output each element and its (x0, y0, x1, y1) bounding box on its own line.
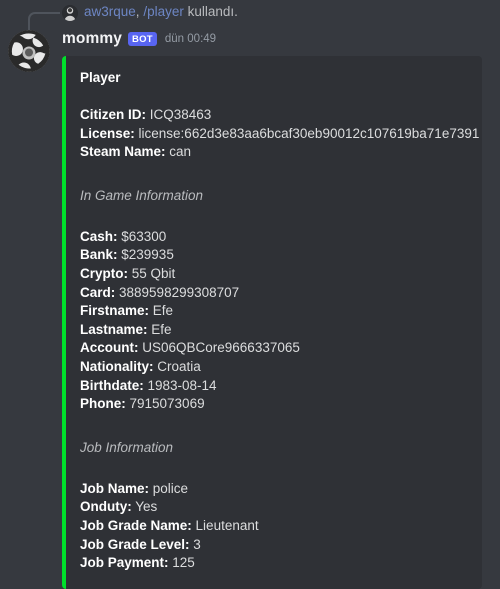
embed-field-value: 55 Qbit (128, 265, 176, 281)
embed-field-label: Onduty: (80, 499, 132, 515)
embed-field: Job Name: police (80, 480, 479, 499)
reply-reference[interactable]: aw3rque, /player kullandı. (0, 0, 500, 34)
embed-field-label: Lastname: (80, 321, 148, 337)
embed-title: Player (80, 70, 121, 85)
embed-field: Citizen ID: ICQ38463 (80, 106, 479, 125)
reply-thread-line-horizontal (42, 12, 60, 14)
embed-field-label: Job Payment: (80, 555, 169, 571)
embed-field-value: Efe (147, 321, 172, 337)
embed-field-value: 7915073069 (125, 396, 205, 412)
embed-field-value: Yes (131, 499, 158, 515)
embed-field-value: Lieutenant (191, 517, 259, 533)
embed-field: Phone: 7915073069 (80, 395, 479, 414)
embed-field: Birthdate: 1983-08-14 (80, 377, 479, 396)
embed-field-label: License: (80, 125, 135, 141)
embed-field: Steam Name: can (80, 143, 479, 162)
embed-field: Job Grade Level: 3 (80, 536, 479, 555)
embed-field-label: Crypto: (80, 265, 128, 281)
embed-field: License: license:662d3e83aa6bcaf30eb9001… (80, 125, 479, 144)
embed-section-heading: Job Information (80, 439, 174, 455)
embed-field: Firstname: Efe (80, 302, 479, 321)
message-embed: Player Citizen ID: ICQ38463 License: lice… (62, 56, 482, 589)
embed-field-label: Steam Name: (80, 144, 166, 160)
message-header: mommy BOT dün 00:49 (62, 28, 216, 50)
embed-field-value: license:662d3e83aa6bcaf30eb90012c107619b… (134, 125, 480, 141)
embed-field-label: Job Grade Level: (80, 536, 190, 552)
embed-field-value: can (165, 144, 192, 160)
embed-field: Account: US06QBCore9666337065 (80, 339, 479, 358)
embed-field-label: Account: (80, 340, 139, 356)
embed-field-label: Card: (80, 284, 116, 300)
message-timestamp: dün 00:49 (164, 33, 217, 45)
embed-field-value: 3 (189, 536, 201, 552)
embed-field-label: Job Name: (80, 480, 150, 496)
embed-field: Job Grade Name: Lieutenant (80, 517, 479, 536)
embed-field-label: Citizen ID: (80, 107, 146, 122)
embed-field-value: 3889598299308707 (115, 284, 240, 300)
reply-text: aw3rque, /player kullandı. (84, 2, 238, 22)
embed-field: Lastname: Efe (80, 321, 479, 340)
embed-field-label: Bank: (80, 247, 118, 263)
embed-field-label: Nationality: (80, 358, 154, 374)
embed-sections: In Game Information Cash: $63300 Bank: $23… (80, 162, 479, 573)
embed-section-heading: In Game Information (80, 187, 204, 203)
embed-field-value: US06QBCore9666337065 (138, 340, 300, 356)
bot-badge: BOT (127, 31, 157, 47)
embed-field-value: $63300 (117, 228, 167, 244)
embed-field-value: Croatia (153, 358, 201, 374)
embed-section-fields: Job Name: police Onduty: Yes Job Grade Nam… (80, 480, 479, 573)
embed-field: Onduty: Yes (80, 498, 479, 517)
embed-field-label: Firstname: (80, 303, 150, 319)
embed-field: Cash: $63300 (80, 228, 479, 247)
embed-field-value: 125 (168, 555, 195, 571)
embed-field: Nationality: Croatia (80, 358, 479, 377)
bot-avatar[interactable] (8, 30, 50, 72)
author-name[interactable]: mommy (62, 30, 122, 48)
embed-field-value: police (149, 480, 189, 496)
reply-username[interactable]: aw3rque (84, 4, 136, 19)
embed-field-value: Efe (149, 303, 174, 319)
reply-trailing-text: kullandı. (183, 4, 238, 19)
reply-user-avatar[interactable] (62, 5, 78, 21)
embed-field-label: Job Grade Name: (80, 517, 192, 533)
embed-field: Crypto: 55 Qbit (80, 265, 479, 284)
embed-field-value: ICQ38463 (146, 107, 212, 122)
embed-field-value: 1983-08-14 (143, 377, 217, 393)
embed-field-label: Cash: (80, 228, 118, 244)
reply-command[interactable]: /player (143, 4, 184, 19)
embed-field-label: Phone: (80, 396, 126, 412)
embed-field: Card: 3889598299308707 (80, 284, 479, 303)
embed-field: Bank: $239935 (80, 246, 479, 265)
embed-field-value: $239935 (117, 247, 174, 263)
embed-field-label: Birthdate: (80, 377, 144, 393)
embed-body: Player Citizen ID: ICQ38463 License: lice… (66, 56, 495, 589)
embed-section-fields: Cash: $63300 Bank: $239935 Crypto: 55 Qbit… (80, 228, 479, 414)
embed-top-fields: Citizen ID: ICQ38463 License: license:662… (80, 106, 479, 162)
